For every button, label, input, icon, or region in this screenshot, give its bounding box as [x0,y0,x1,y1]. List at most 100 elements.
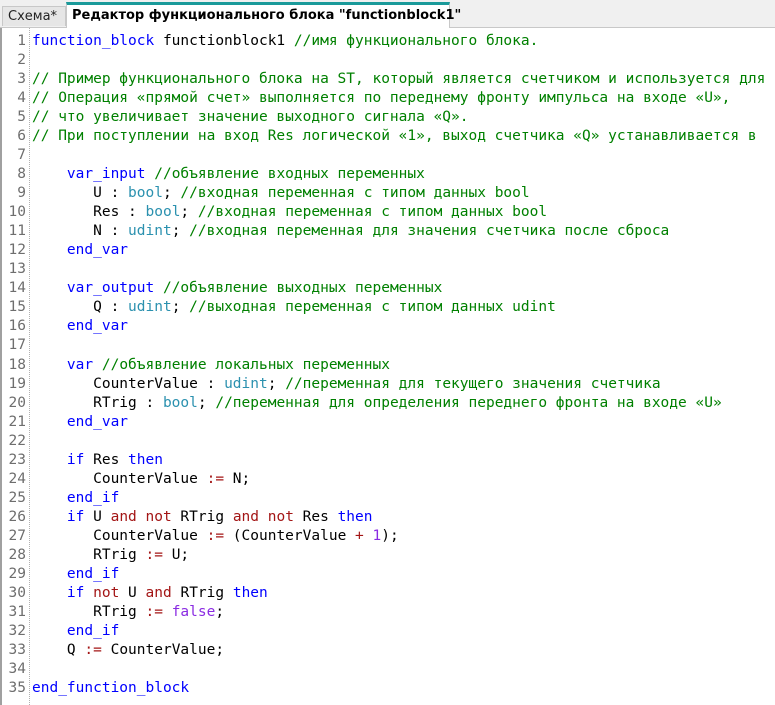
tab-function-block-editor[interactable]: Редактор функционального блока "function… [66,2,461,28]
line-number: 20 [8,394,26,411]
code-text: // Операция «прямой счет» выполняется по… [32,89,730,108]
line-number: 17 [8,337,26,354]
code-text: // что увеличивает значение выходного си… [32,108,469,127]
operator-token: := [145,546,163,563]
identifier-token [32,318,67,334]
line-number: 28 [8,546,26,563]
code-text: Res : bool; //входная переменная с типом… [32,203,547,222]
tab-schema[interactable]: Схема* [2,6,66,26]
line-number: 25 [8,489,26,506]
line-number: 13 [8,261,26,278]
line-number: 2 [17,52,26,69]
keyword-token: function_block [32,33,155,49]
identifier-token [163,604,172,620]
line-number: 23 [8,451,26,468]
identifier-token: ; [215,603,225,620]
identifier-token: RTrig [171,508,233,525]
identifier-token [93,357,102,373]
line-number: 32 [8,622,26,639]
identifier-token [32,566,67,582]
keyword-token: then [232,584,268,601]
identifier-token: CounterValue [32,470,207,487]
code-text: CounterValue := (CounterValue + 1); [32,527,399,546]
line-number: 19 [8,375,26,392]
line-number: 10 [8,204,26,221]
identifier-token: Res [293,508,338,525]
code-text: RTrig := false; [32,603,224,622]
identifier-token [32,414,67,430]
keyword-token: end_var [66,242,129,259]
operator-token: := [206,470,225,487]
operator-token: := [145,603,163,620]
code-editor[interactable]: 1 function_block functionblock1 //имя фун… [0,28,775,705]
keyword-token: var_input [66,166,146,183]
code-text: CounterValue : udint; //переменная для т… [32,375,660,394]
type-name-token: bool [145,204,181,221]
line-number: 1 [17,33,26,49]
keyword-token: end_function_block [32,680,190,697]
comment-token: // Пример функционального блока на ST, к… [32,71,766,88]
code-text: end_if [32,565,119,584]
operator-token: and not [232,508,294,525]
identifier-token: N; [224,470,251,487]
code-text: U : bool; //входная переменная с типом д… [32,184,530,203]
comment-token: //входная переменная для значения счетчи… [189,223,670,240]
identifier-token: ; [267,375,286,392]
identifier-token: ; [171,223,190,240]
identifier-token [364,528,373,544]
line-number: 5 [17,109,26,126]
keyword-token: if [66,508,85,525]
identifier-token [32,357,67,373]
comment-token: //входная переменная с типом данных bool [197,204,548,221]
identifier-token [32,490,67,506]
tab-bar: Схема* Редактор функционального блока "f… [0,0,775,28]
keyword-token: end_var [66,318,129,335]
code-text: Q := CounterValue; [32,641,224,660]
identifier-token [32,242,67,258]
identifier-token: U [84,508,111,525]
line-number: 30 [8,584,26,601]
code-text: var_output //объявление выходных перемен… [32,279,442,298]
code-text: RTrig : bool; //переменная для определен… [32,394,722,413]
code-text: N : udint; //входная переменная для знач… [32,222,669,241]
line-number: 6 [17,128,26,145]
code-text: CounterValue := N; [32,470,250,489]
keyword-token: var [66,356,94,373]
keyword-token: end_var [66,413,129,430]
identifier-token [32,585,67,601]
line-number: 16 [8,318,26,335]
line-number: 11 [8,223,26,240]
operator-token: := [84,641,102,658]
line-number: 3 [17,71,26,88]
code-text: end_if [32,489,119,508]
identifier-token: Res : [32,204,146,221]
operator-token: := [206,527,225,544]
identifier-token: RTrig [32,546,146,563]
code-text: end_var [32,413,128,432]
identifier-token: CounterValue; [101,641,225,658]
identifier-token: CounterValue [32,527,207,544]
comment-token: // Операция «прямой счет» выполняется по… [32,90,731,107]
operator-token: and [145,584,172,601]
line-number: 18 [8,356,26,373]
keyword-token: end_if [66,489,120,506]
identifier-token [32,452,67,468]
keyword-token: end_if [66,622,120,639]
identifier-token [84,585,93,601]
identifier-token [154,280,163,296]
identifier-token [32,166,67,182]
comment-token: //объявление выходных переменных [162,280,443,297]
literal-token: 1 [372,527,382,544]
line-number: 33 [8,641,26,658]
line-number: 12 [8,242,26,259]
code-text: if not U and RTrig then [32,584,268,603]
code-text: // Пример функционального блока на ST, к… [32,70,765,89]
type-name-token: udint [224,375,268,392]
type-name-token: udint [128,223,172,240]
keyword-token: if [66,451,85,468]
keyword-token: then [128,451,163,468]
keyword-token: var_output [66,280,155,297]
identifier-token: N : [32,223,129,240]
keyword-token: end_if [66,565,120,582]
code-text: end_if [32,622,119,641]
